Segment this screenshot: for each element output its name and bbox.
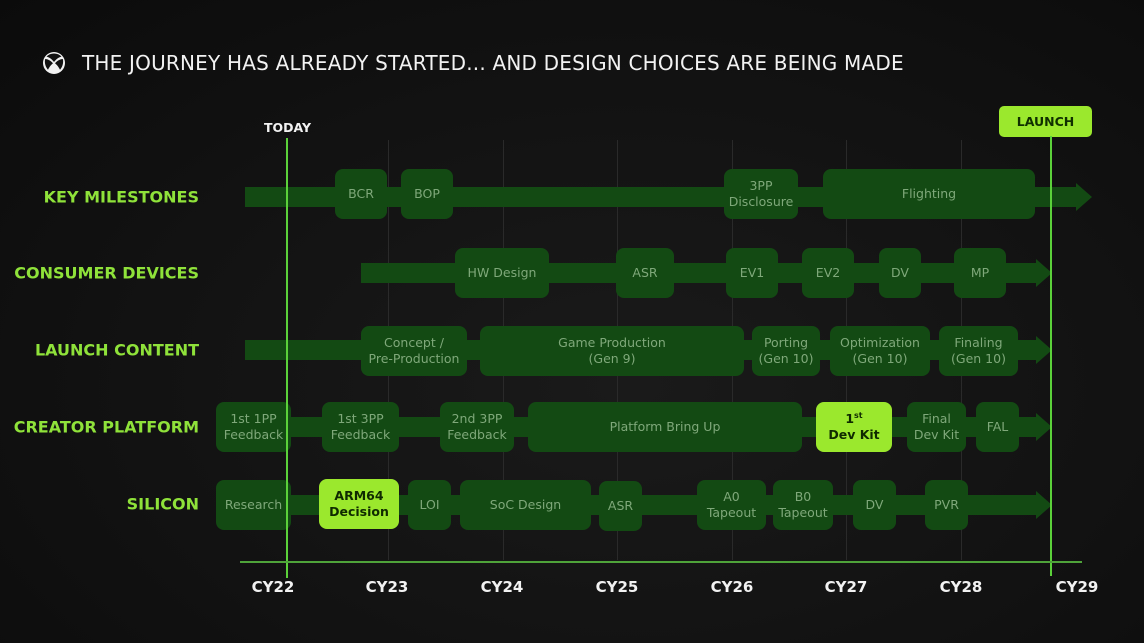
milestone-box: 3PP Disclosure — [724, 169, 798, 219]
axis-tick-label: CY24 — [480, 578, 524, 596]
milestone-box: 2nd 3PP Feedback — [440, 402, 514, 452]
milestone-box-line2: Dev Kit — [828, 427, 880, 442]
milestone-box-line1: 1st — [845, 410, 863, 426]
arrow-head-icon — [1076, 183, 1092, 211]
milestone-box: BOP — [401, 169, 453, 219]
axis-tick-label: CY28 — [939, 578, 983, 596]
milestone-box: Research — [216, 480, 291, 530]
milestone-box: FAL — [976, 402, 1019, 452]
row-label-launch-content: LAUNCH CONTENT — [34, 340, 199, 360]
milestone-box: ASR — [616, 248, 674, 298]
milestone-box: Optimization (Gen 10) — [830, 326, 930, 376]
axis-tick-label: CY29 — [1055, 578, 1099, 596]
milestone-box: Porting (Gen 10) — [752, 326, 820, 376]
milestone-box: DV — [879, 248, 921, 298]
milestone-box: Concept / Pre-Production — [361, 326, 467, 376]
milestone-box: HW Design — [455, 248, 549, 298]
milestone-box: Final Dev Kit — [907, 402, 966, 452]
row-label-consumer-devices: CONSUMER DEVICES — [14, 263, 199, 283]
milestone-box: Flighting — [823, 169, 1035, 219]
today-line — [286, 138, 288, 578]
milestone-box: ASR — [599, 481, 642, 531]
xbox-logo-icon — [43, 52, 65, 75]
milestone-box: MP — [954, 248, 1006, 298]
today-label: TODAY — [264, 120, 312, 135]
highlighted-milestone-box: 1st Dev Kit — [816, 402, 892, 452]
slide-header: THE JOURNEY HAS ALREADY STARTED... AND D… — [42, 38, 904, 89]
axis-tick-label: CY27 — [824, 578, 868, 596]
milestone-box: EV1 — [726, 248, 778, 298]
slide-title: THE JOURNEY HAS ALREADY STARTED... AND D… — [82, 51, 904, 76]
milestone-box: B0 Tapeout — [773, 480, 833, 530]
row-label-key-milestones: KEY MILESTONES — [43, 187, 199, 207]
milestone-box: A0 Tapeout — [697, 480, 766, 530]
milestone-box: 1st 3PP Feedback — [322, 402, 399, 452]
milestone-box: Finaling (Gen 10) — [939, 326, 1018, 376]
milestone-box: SoC Design — [460, 480, 591, 530]
milestone-box: Platform Bring Up — [528, 402, 802, 452]
milestone-box: LOI — [408, 480, 451, 530]
time-axis — [240, 561, 1082, 563]
milestone-box: EV2 — [802, 248, 854, 298]
row-label-silicon: SILICON — [126, 494, 199, 514]
milestone-box: BCR — [335, 169, 387, 219]
milestone-box: 1st 1PP Feedback — [216, 402, 291, 452]
milestone-box: Game Production (Gen 9) — [480, 326, 744, 376]
axis-tick-label: CY25 — [595, 578, 639, 596]
axis-tick-label: CY23 — [365, 578, 409, 596]
axis-tick-label: CY22 — [251, 578, 295, 596]
launch-marker: LAUNCH — [999, 106, 1092, 137]
milestone-box: PVR — [925, 480, 968, 530]
milestone-box: DV — [853, 480, 896, 530]
highlighted-milestone-box: ARM64 Decision — [319, 479, 399, 529]
launch-line — [1050, 136, 1052, 576]
axis-tick-label: CY26 — [710, 578, 754, 596]
row-label-creator-platform: CREATOR PLATFORM — [13, 417, 199, 437]
